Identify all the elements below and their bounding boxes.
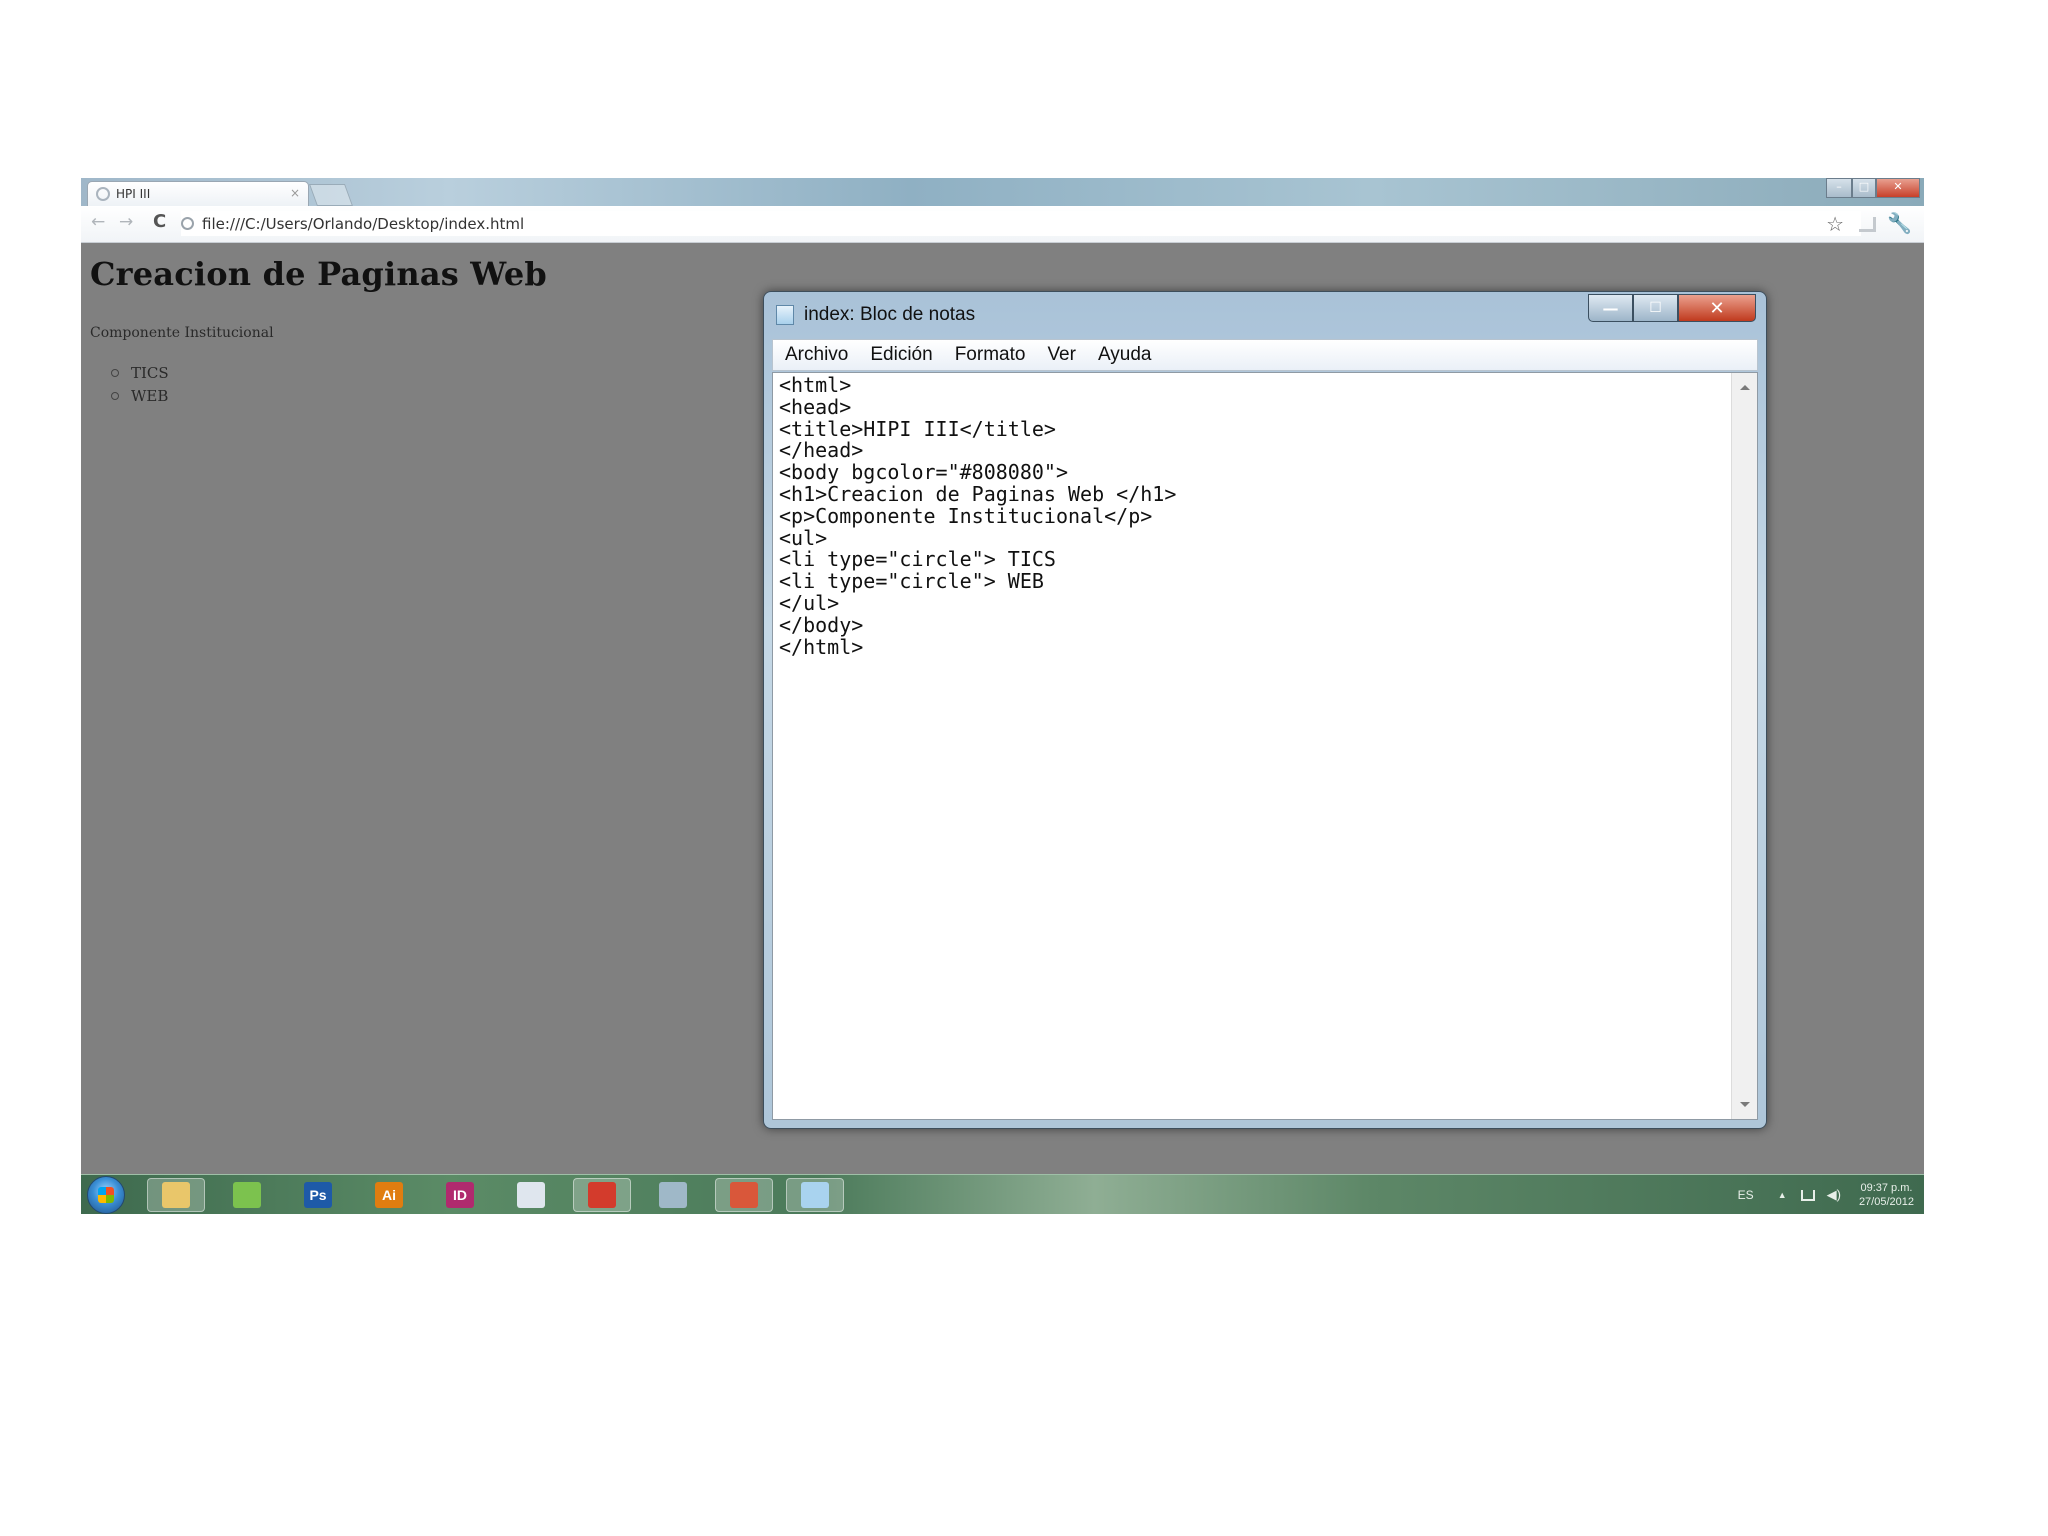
menu-archivo[interactable]: Archivo bbox=[785, 344, 848, 366]
menu-edicion[interactable]: Edición bbox=[870, 344, 932, 366]
browser-close-button[interactable]: ✕ bbox=[1876, 178, 1920, 198]
reload-icon[interactable]: C bbox=[153, 211, 166, 232]
page-heading: Creacion de Paginas Web bbox=[90, 255, 547, 293]
notepad-maximize-button[interactable]: ☐ bbox=[1633, 294, 1678, 322]
start-button[interactable] bbox=[87, 1176, 125, 1214]
page-list: TICS WEB bbox=[111, 361, 169, 407]
tray-expand-icon[interactable]: ▲ bbox=[1778, 1190, 1787, 1200]
app-green-icon bbox=[233, 1182, 261, 1208]
taskbar-app-button[interactable] bbox=[573, 1178, 631, 1212]
list-item: TICS bbox=[111, 361, 169, 384]
notepad-minimize-button[interactable]: — bbox=[1588, 294, 1633, 322]
browser-minimize-button[interactable]: – bbox=[1826, 178, 1852, 198]
tab-close-icon[interactable]: × bbox=[290, 186, 300, 200]
taskbar-app-button[interactable] bbox=[715, 1178, 773, 1212]
volume-icon[interactable]: ◀) bbox=[1827, 1187, 1841, 1203]
browser-maximize-button[interactable]: □ bbox=[1852, 178, 1876, 198]
clock-time: 09:37 p.m. bbox=[1860, 1182, 1913, 1194]
notepad-content[interactable]: <html> <head> <title>HIPI III</title> </… bbox=[779, 374, 1176, 658]
taskbar-app-button[interactable] bbox=[147, 1178, 205, 1212]
network-app-icon bbox=[659, 1182, 687, 1208]
star-icon[interactable]: ☆ bbox=[1826, 212, 1844, 236]
indesign-icon: ID bbox=[446, 1182, 474, 1208]
menu-ayuda[interactable]: Ayuda bbox=[1098, 344, 1152, 366]
address-url[interactable]: file:///C:/Users/Orlando/Desktop/index.h… bbox=[202, 215, 524, 233]
taskbar-app-button[interactable] bbox=[644, 1178, 702, 1212]
notepad-window: index: Bloc de notas — ☐ ✕ Archivo Edici… bbox=[763, 291, 1767, 1129]
page-icon bbox=[181, 217, 194, 230]
notepad-menubar: Archivo Edición Formato Ver Ayuda bbox=[772, 339, 1758, 371]
notepad-vertical-scrollbar[interactable] bbox=[1731, 373, 1757, 1119]
browser-tabstrip: HPI III × – □ ✕ bbox=[81, 178, 1924, 206]
taskbar-app-button[interactable]: Ps bbox=[289, 1178, 347, 1212]
notepad-title: index: Bloc de notas bbox=[804, 304, 976, 325]
new-tab-button[interactable] bbox=[308, 184, 354, 206]
scroll-down-icon[interactable] bbox=[1740, 1102, 1750, 1107]
network-icon[interactable] bbox=[1800, 1189, 1815, 1201]
photoshop-icon: Ps bbox=[304, 1182, 332, 1208]
page-paragraph: Componente Institucional bbox=[90, 325, 274, 341]
notepad-window-controls: — ☐ ✕ bbox=[1588, 294, 1756, 322]
taskbar-app-button[interactable]: Ai bbox=[360, 1178, 418, 1212]
browser-toolbar: ← → C file:///C:/Users/Orlando/Desktop/i… bbox=[81, 206, 1924, 243]
wrench-icon[interactable]: 🔧 bbox=[1887, 211, 1912, 235]
tab-favicon-icon bbox=[96, 187, 110, 201]
notepad-icon bbox=[776, 305, 794, 325]
address-bar[interactable]: file:///C:/Users/Orlando/Desktop/index.h… bbox=[181, 211, 1861, 236]
page-action-icon[interactable] bbox=[1859, 217, 1876, 232]
taskbar-app-button[interactable]: ID bbox=[431, 1178, 489, 1212]
desktop-screen: HPI III × – □ ✕ ← → C file:///C:/Users/O… bbox=[81, 178, 1924, 1214]
explorer-icon bbox=[162, 1182, 190, 1208]
circle-bullet-icon bbox=[111, 368, 119, 377]
forward-arrow-icon[interactable]: → bbox=[119, 212, 133, 232]
scroll-up-icon[interactable] bbox=[1740, 385, 1750, 390]
circle-bullet-icon bbox=[111, 391, 119, 400]
notepad-text-area[interactable]: <html> <head> <title>HIPI III</title> </… bbox=[772, 372, 1758, 1120]
browser-tab[interactable]: HPI III × bbox=[87, 181, 309, 206]
back-arrow-icon[interactable]: ← bbox=[91, 212, 105, 232]
tab-title: HPI III bbox=[116, 187, 151, 201]
taskbar: Ps Ai ID ES ▲ ◀) 09:37 p.m. 27/05/2012 bbox=[81, 1174, 1924, 1214]
notepad-titlebar[interactable]: index: Bloc de notas — ☐ ✕ bbox=[764, 292, 1766, 334]
notepad-icon bbox=[801, 1182, 829, 1208]
taskbar-app-button[interactable] bbox=[786, 1178, 844, 1212]
office-icon bbox=[730, 1182, 758, 1208]
taskbar-app-button[interactable] bbox=[218, 1178, 276, 1212]
clock-date: 27/05/2012 bbox=[1858, 1196, 1914, 1208]
list-item: WEB bbox=[111, 384, 169, 407]
browser-window-controls: – □ ✕ bbox=[1826, 178, 1920, 198]
chrome-icon bbox=[588, 1182, 616, 1208]
system-tray: ES ▲ ◀) 09:37 p.m. 27/05/2012 bbox=[1738, 1179, 1914, 1211]
menu-formato[interactable]: Formato bbox=[955, 344, 1026, 366]
clock[interactable]: 09:37 p.m. 27/05/2012 bbox=[1859, 1181, 1914, 1209]
taskbar-app-button[interactable] bbox=[502, 1178, 560, 1212]
illustrator-icon: Ai bbox=[375, 1182, 403, 1208]
language-indicator[interactable]: ES bbox=[1738, 1188, 1754, 1202]
menu-ver[interactable]: Ver bbox=[1047, 344, 1076, 366]
phone-icon bbox=[517, 1182, 545, 1208]
notepad-close-button[interactable]: ✕ bbox=[1678, 294, 1756, 322]
